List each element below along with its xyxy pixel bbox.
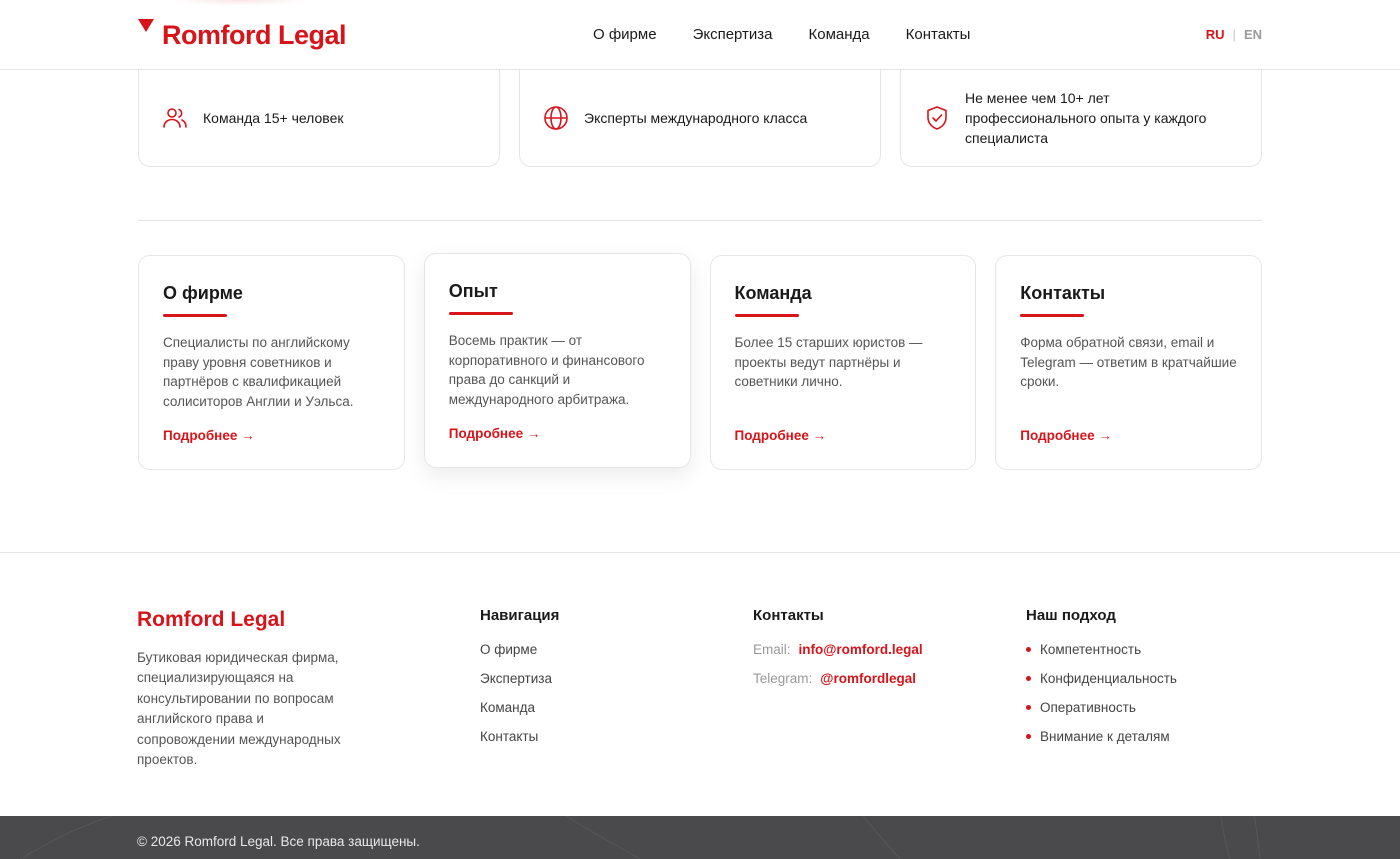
lang-en[interactable]: EN [1244,26,1262,44]
card-more-link[interactable]: Подробнее → [1020,428,1112,443]
lang-separator: | [1232,27,1236,42]
nav-link-contacts[interactable]: Контакты [906,24,971,46]
card-title-underline [1020,314,1085,317]
card-text: Специалисты по английскому праву уровня … [163,335,354,409]
card-more-link[interactable]: Подробнее → [449,426,541,441]
card-text: Форма обратной связи, email и Telegram —… [1020,335,1237,390]
logo-triangle-icon [138,19,154,32]
card-title: Опыт [448,281,498,301]
card-more-link[interactable]: Подробнее → [163,428,255,443]
card-title-underline [163,314,227,317]
approach-item: Оперативность [1026,698,1177,718]
copyright-text: © 2026 Romford Legal. Все права защищены… [137,834,420,849]
bullet-dot [1026,647,1031,652]
footer-nav-link-expertise[interactable]: Экспертиза [480,671,552,686]
footer-nav-link-contacts[interactable]: Контакты [480,729,538,744]
bullet-dot [1026,705,1031,710]
shield-check-icon [927,106,947,130]
team-icon [163,108,187,128]
site-header: Romford Legal О фирме Экспертиза Команда… [0,0,1400,70]
footer-nav-column: Навигация О фирме Экспертиза Команда Кон… [480,606,559,756]
card-title-underline [448,312,513,315]
telegram-link[interactable]: @romfordlegal [820,671,916,686]
footer-description: Бутиковая юридическая фирма, специализир… [137,650,341,768]
feature-text: Не менее чем 10+ лет профессионального о… [965,90,1207,146]
globe-icon [544,106,568,130]
footer-contacts-column: Контакты Email: info@romford.legal Telegr… [753,606,923,698]
feature-text: Команда 15+ человек [203,110,344,126]
features-row: Команда 15+ человек Эксперты международн… [138,70,1262,167]
card-title: Контакты [1020,283,1106,303]
email-label: Email: [753,642,791,657]
language-switcher: RU | EN [1206,26,1262,44]
logo[interactable]: Romford Legal [138,18,347,52]
card-experience[interactable]: Опыт Восемь практик — от корпоративного … [423,253,691,468]
feature-card: Не менее чем 10+ лет профессионального о… [900,70,1262,167]
footer-approach-title: Наш подход [1026,607,1116,624]
bullet-dot [1026,734,1031,739]
telegram-label: Telegram: [753,671,813,686]
nav-link-team[interactable]: Команда [809,24,870,46]
footer-approach-column: Наш подход Компетентность Конфиденциальн… [1026,606,1177,756]
card-more-link[interactable]: Подробнее → [735,428,827,443]
nav-link-about[interactable]: О фирме [593,24,657,46]
footer-brand[interactable]: Romford Legal [137,606,285,634]
bullet-dot [1026,676,1031,681]
feature-card: Эксперты международного класса [519,70,881,167]
main-nav: О фирме Экспертиза Команда Контакты [593,24,970,46]
card-title: Команда [734,283,812,303]
footer-nav-link-team[interactable]: Команда [480,700,535,715]
feature-text: Эксперты международного класса [584,110,808,126]
nav-link-expertise[interactable]: Экспертиза [693,24,773,46]
card-text: Восемь практик — от корпоративного и фин… [448,333,645,407]
feature-card: Команда 15+ человек [138,70,500,167]
approach-item: Внимание к деталям [1026,727,1177,747]
footer-divider [0,552,1400,553]
footer-bottom-bar: © 2026 Romford Legal. Все права защищены… [0,816,1400,859]
email-link[interactable]: info@romford.legal [799,642,923,657]
card-team[interactable]: Команда Более 15 старших юристов — проек… [709,255,977,470]
card-contacts[interactable]: Контакты Форма обратной связи, email и T… [995,255,1262,470]
card-title-underline [734,314,799,317]
approach-item: Компетентность [1026,640,1177,660]
logo-text: Romford Legal [162,20,347,50]
logo-glow [170,0,310,6]
card-title: О фирме [163,283,243,303]
footer-nav-link-about[interactable]: О фирме [480,642,537,657]
card-about[interactable]: О фирме Специалисты по английскому праву… [138,255,405,470]
info-cards: О фирме Специалисты по английскому праву… [138,253,1262,470]
lang-ru[interactable]: RU [1206,26,1225,44]
footer-nav-title: Навигация [480,607,560,624]
footer-contacts-title: Контакты [753,607,824,624]
card-text: Более 15 старших юристов — проекты ведут… [734,335,923,390]
approach-item: Конфиденциальность [1026,669,1177,689]
section-divider [138,220,1262,221]
